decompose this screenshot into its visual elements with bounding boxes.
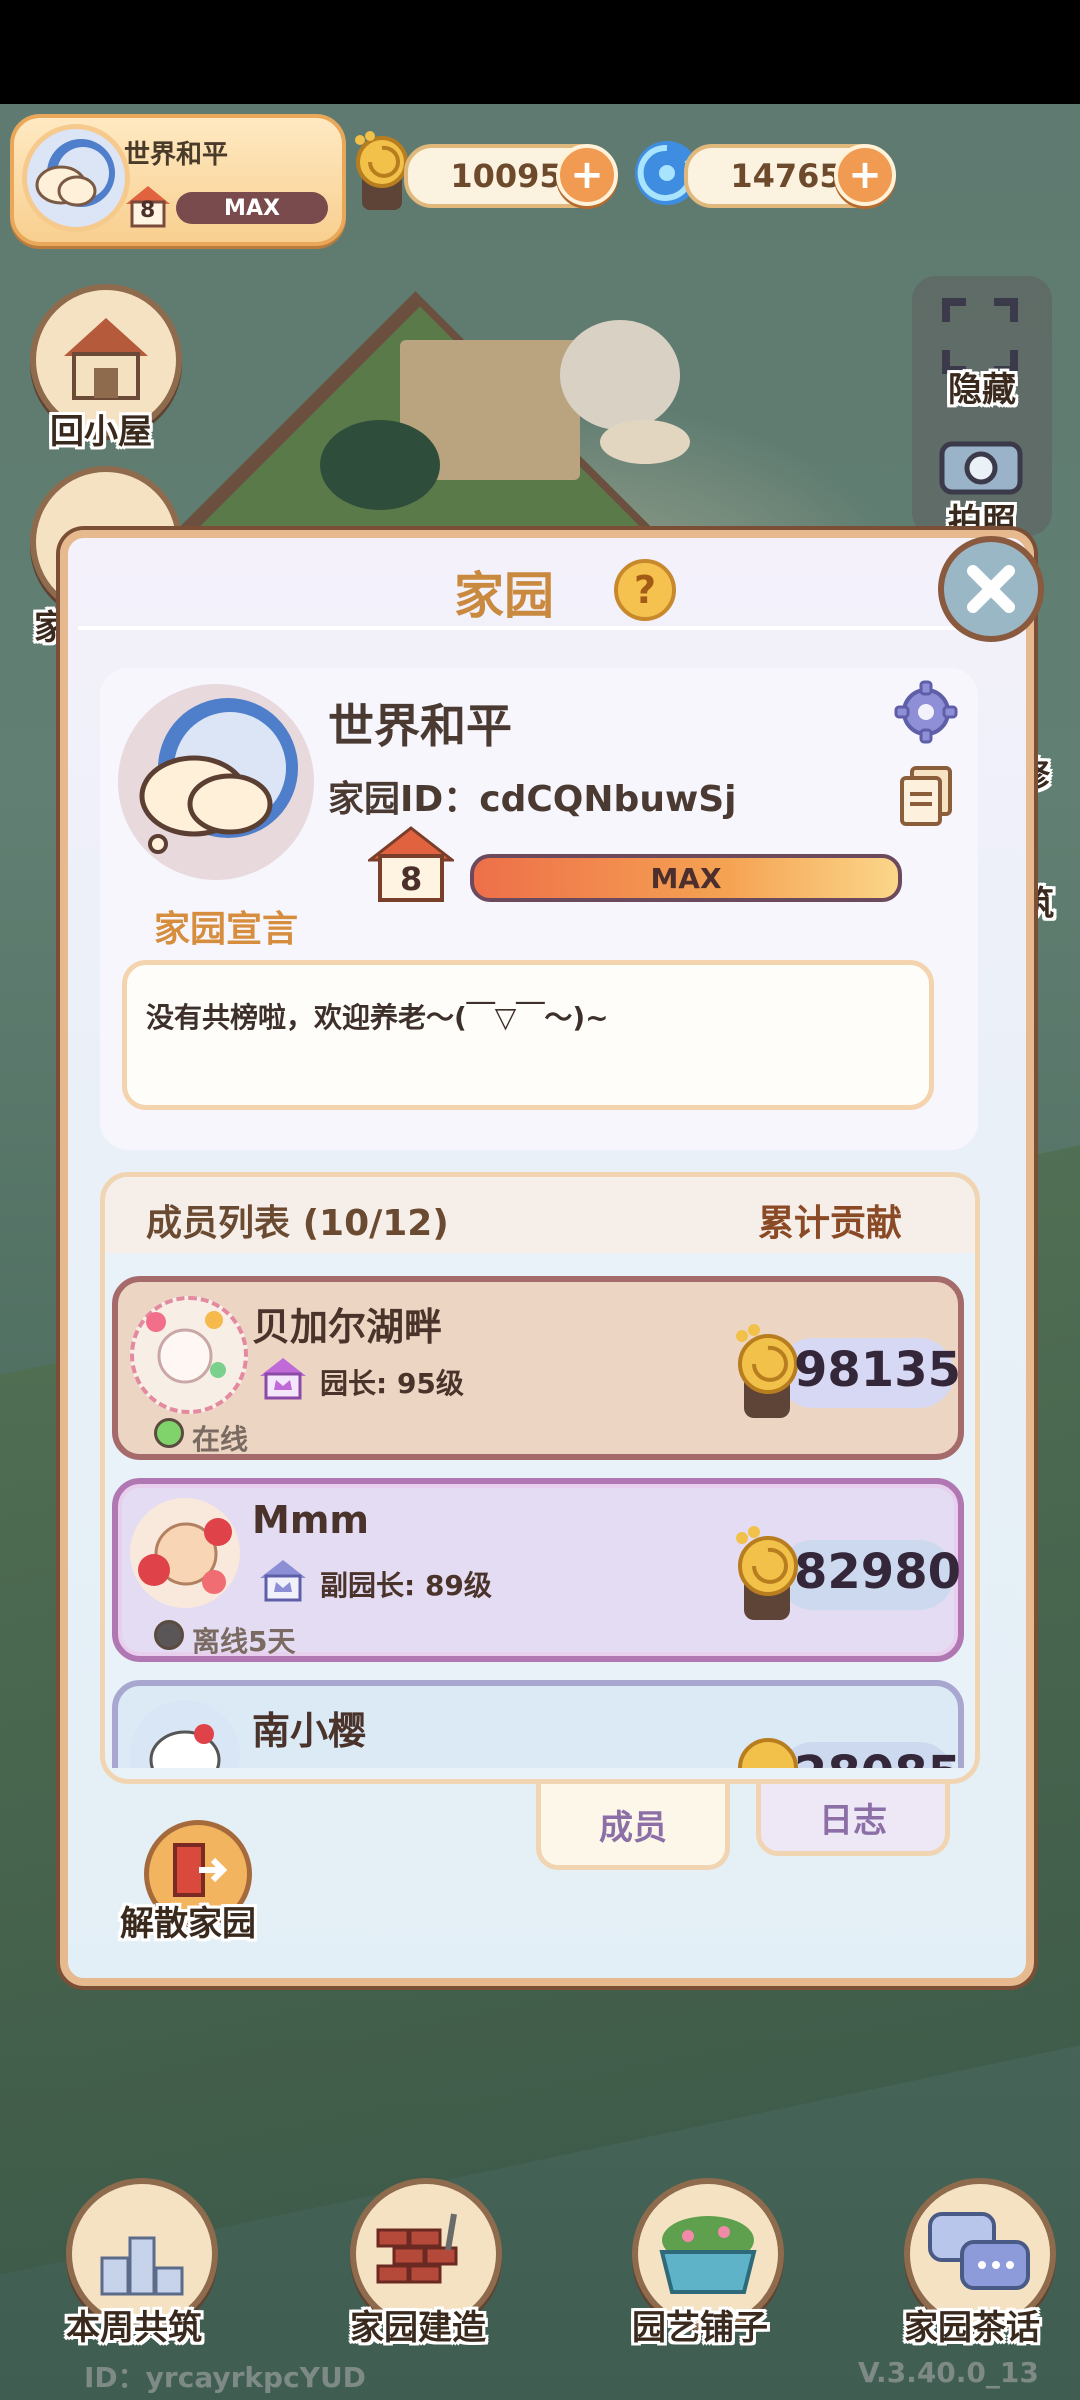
copy-icon[interactable] xyxy=(900,766,954,828)
garden-level-progress: MAX xyxy=(470,854,902,902)
title-divider xyxy=(78,626,998,630)
house-icon xyxy=(64,318,148,400)
member-name: Mmm xyxy=(252,1498,370,1542)
member-contribution: 28085 xyxy=(794,1746,961,1768)
garden-chat-label[interactable]: 家园茶话 xyxy=(904,2300,1040,2349)
version-text: V.3.40.0_13 xyxy=(858,2356,1039,2389)
weekly-build-label[interactable]: 本周共筑 xyxy=(66,2300,202,2349)
status-bar xyxy=(0,0,1080,104)
member-avatar xyxy=(130,1498,240,1608)
declaration-label: 家园宣言 xyxy=(154,909,299,950)
hide-ui-label[interactable]: 隐藏 xyxy=(948,362,1016,411)
planter-icon xyxy=(659,2216,757,2294)
member-role: 园长: 95级 xyxy=(320,1367,464,1400)
return-home-label: 回小屋 xyxy=(50,412,152,452)
garden-umbrella xyxy=(600,420,690,464)
gardening-shop-label[interactable]: 园艺铺子 xyxy=(632,2300,768,2349)
member-avatar xyxy=(130,1700,240,1768)
member-status: 在线 xyxy=(192,1423,249,1456)
dialog-title: 家园 xyxy=(454,567,554,625)
chat-bubbles-icon xyxy=(928,2212,1030,2290)
declaration-text: 没有共榜啦，欢迎养老～(￣▽￣～)~ xyxy=(146,1001,609,1034)
member-row-leader[interactable]: 贝加尔湖畔 园长: 95级 在线 98135 xyxy=(112,1276,964,1460)
vice-crown-house-icon xyxy=(258,1558,308,1602)
member-contribution: 98135 xyxy=(794,1342,961,1398)
dissolve-garden-label[interactable]: 解散家园 xyxy=(120,1896,256,1945)
member-role: 副园长: 89级 xyxy=(320,1569,492,1602)
add-swirl-currency-button[interactable]: + xyxy=(834,144,896,206)
member-role: 成员: 83级 xyxy=(264,1766,408,1768)
tab-log[interactable]: 日志 xyxy=(756,1784,950,1856)
garden-id-label: 家园ID： xyxy=(328,779,480,820)
member-row[interactable]: 南小樱 成员: 83级 28085 xyxy=(112,1680,964,1768)
house-level-number: 8 xyxy=(140,198,156,223)
player-name: 世界和平 xyxy=(124,140,229,170)
garden-id-value: cdCQNbuwSj xyxy=(479,779,737,820)
member-name: 南小樱 xyxy=(252,1709,367,1753)
contribution-header: 累计贡献 xyxy=(758,1203,903,1244)
garden-name: 世界和平 xyxy=(328,699,512,753)
camera-icon[interactable] xyxy=(938,430,1024,496)
member-status: 离线5天 xyxy=(192,1625,296,1658)
garden-level-number: 8 xyxy=(400,860,423,898)
exit-door-icon xyxy=(173,1843,227,1897)
level-max-bar: MAX xyxy=(176,192,328,224)
garden-construction-label[interactable]: 家园建造 xyxy=(350,2300,486,2349)
member-avatar xyxy=(130,1296,248,1414)
member-name: 贝加尔湖畔 xyxy=(252,1305,443,1349)
garden-avatar xyxy=(118,684,314,880)
online-status-icon xyxy=(154,1418,184,1448)
member-list[interactable]: 贝加尔湖畔 园长: 95级 在线 98135 Mmm 副园长: 89级 离线5天… xyxy=(108,1262,972,1768)
member-count: (10/12) xyxy=(302,1203,449,1244)
gear-icon[interactable] xyxy=(894,680,958,744)
member-contribution: 82980 xyxy=(794,1544,961,1600)
crown-house-icon xyxy=(258,1356,308,1400)
member-row-vice-leader[interactable]: Mmm 副园长: 89级 离线5天 82980 xyxy=(112,1478,964,1662)
tab-members[interactable]: 成员 xyxy=(536,1784,730,1870)
offline-status-icon xyxy=(154,1620,184,1650)
blossom-tree xyxy=(560,320,680,430)
add-snail-currency-button[interactable]: + xyxy=(556,144,618,206)
garden-level-house-icon: 8 xyxy=(365,826,457,904)
close-icon xyxy=(967,565,1015,613)
help-icon[interactable]: ? xyxy=(614,559,676,621)
close-dialog-button[interactable] xyxy=(938,536,1044,642)
house-level-icon: 8 xyxy=(124,184,172,228)
user-id-text: ID：yrcayrkpcYUD xyxy=(84,2361,366,2394)
member-list-title: 成员列表 (10/12) xyxy=(146,1203,449,1244)
bricks-icon xyxy=(376,2213,458,2284)
garden-id-row: 家园ID：cdCQNbuwSj xyxy=(328,770,736,822)
player-avatar[interactable] xyxy=(22,124,130,232)
podium-icon xyxy=(100,2236,184,2296)
snail-coin-icon xyxy=(350,128,412,216)
bush xyxy=(320,420,440,510)
